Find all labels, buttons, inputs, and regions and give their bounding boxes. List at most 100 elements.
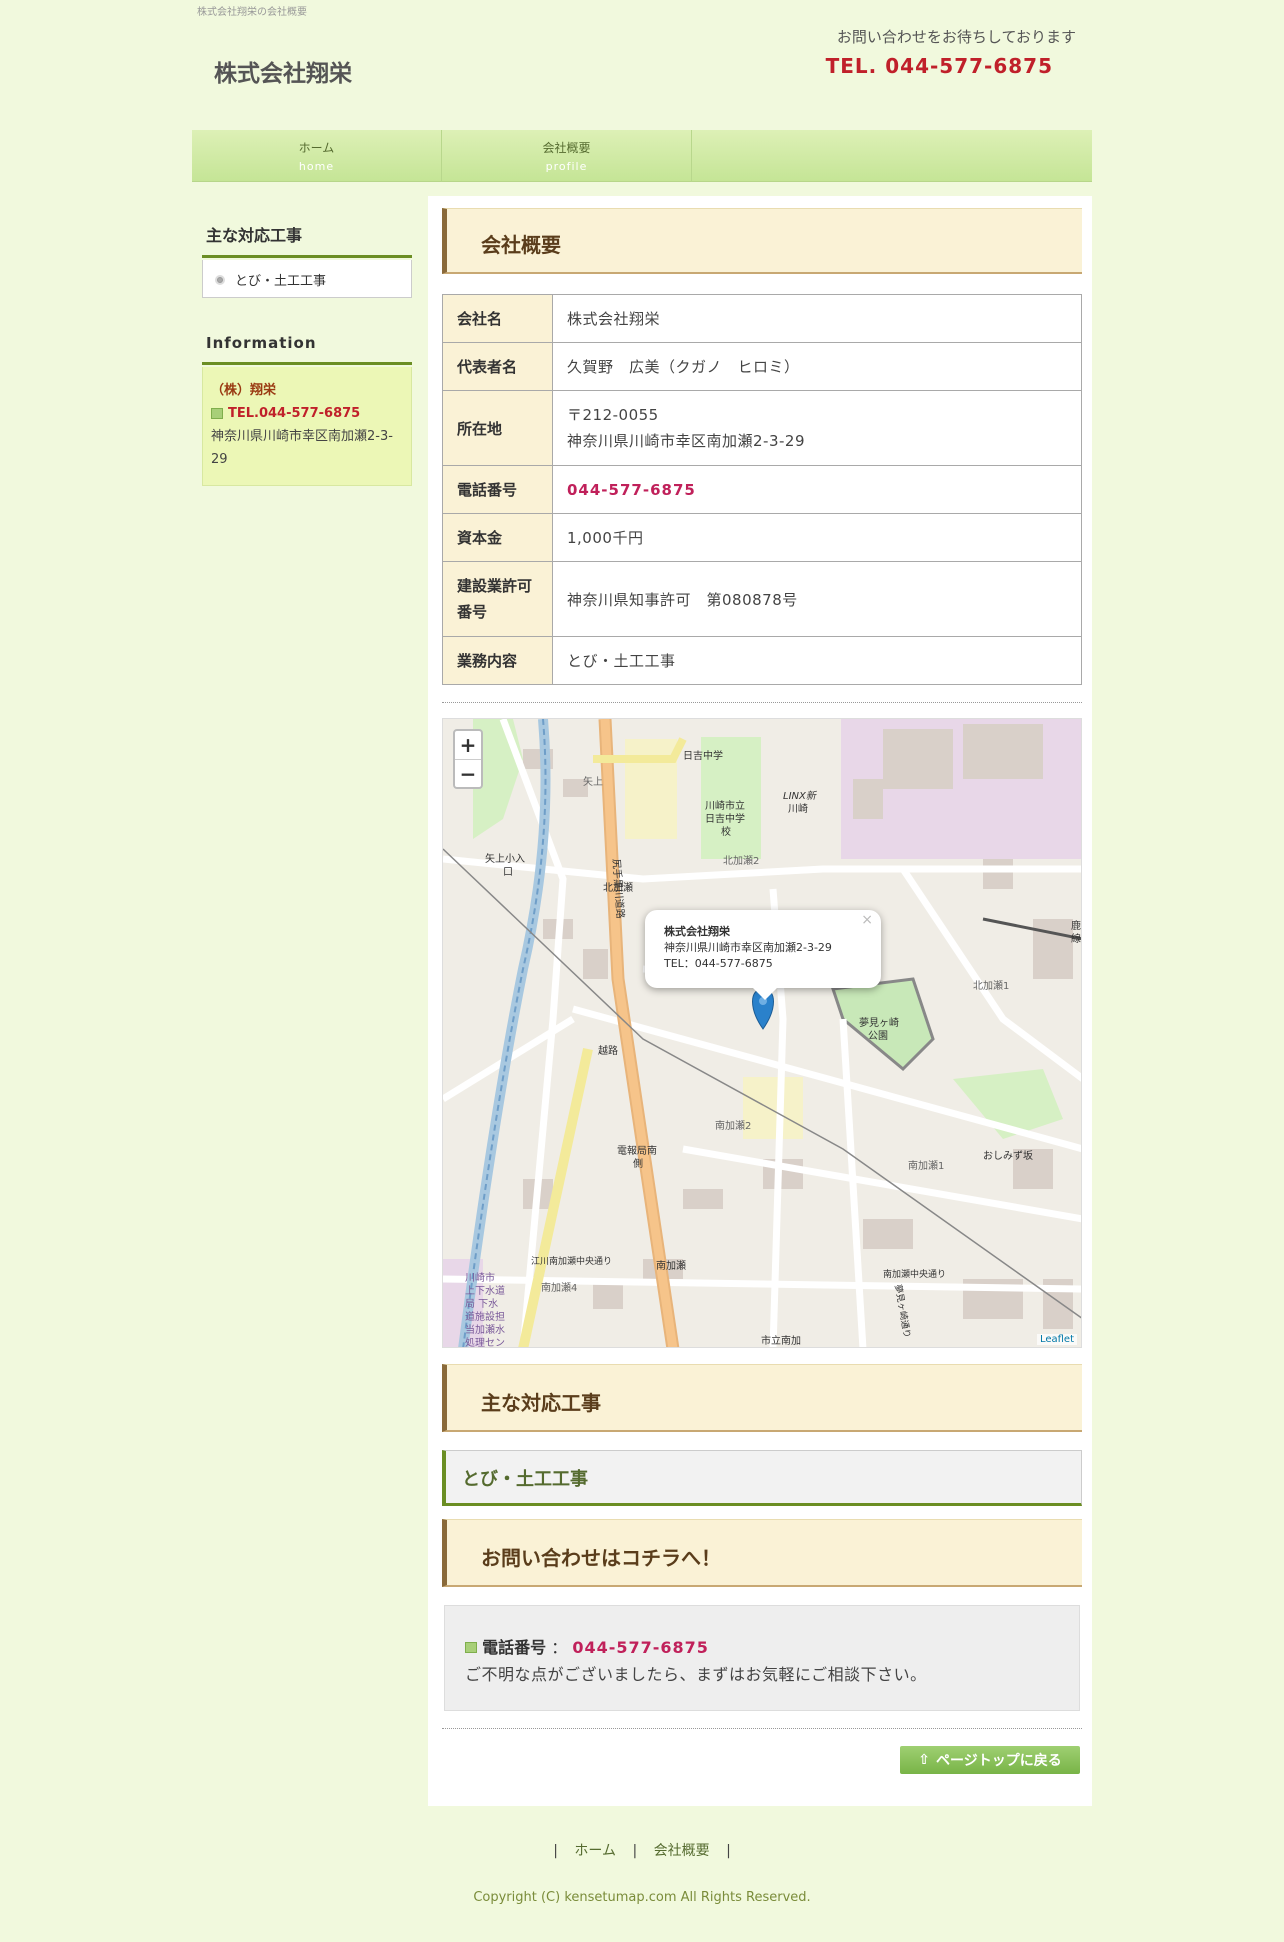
location-map[interactable]: 日吉中学 川崎市立 日吉中学 校 LINX新 川崎 北加瀬2 矢上小入 口 矢上…	[442, 718, 1082, 1348]
footer-sep: |	[726, 1843, 731, 1859]
nav-label: ホーム	[298, 141, 335, 155]
nav-item-profile[interactable]: 会社概要 profile	[442, 130, 692, 182]
row-value: 神奈川県知事許可 第080878号	[552, 561, 1082, 637]
contact-tel-line: 電話番号 ： 044-577-6875	[465, 1634, 1059, 1661]
contact-tel-label: 電話番号	[482, 1638, 547, 1657]
footer-sep: |	[553, 1843, 558, 1859]
map-label: 側	[633, 1157, 643, 1170]
map-label: 線	[1071, 932, 1081, 945]
row-value: 044-577-6875	[552, 465, 1082, 514]
map-label: 公園	[868, 1030, 888, 1042]
map-label: 道施設担	[465, 1310, 505, 1323]
arrow-up-icon: ⇧	[918, 1752, 930, 1768]
map-label: 川崎市立	[705, 799, 745, 812]
footer-link-home[interactable]: ホーム	[574, 1843, 616, 1859]
sidebar-works-title: 主な対応工事	[202, 196, 412, 258]
sidebar-item-label: とび・土工工事	[235, 274, 327, 289]
info-company-name: （株）翔栄	[211, 383, 277, 398]
postal-code: 〒212-0055	[567, 406, 659, 424]
header-tel: TEL. 044-577-6875	[825, 54, 1053, 78]
map-label: 北加瀬2	[723, 855, 759, 867]
contact-note: ご不明な点がございましたら、まずはお気軽にご相談下さい。	[465, 1665, 927, 1684]
works-subheading: とび・土工工事	[442, 1450, 1082, 1506]
contact-tel: 044-577-6875	[572, 1638, 709, 1657]
map-label: 矢上小入	[485, 852, 525, 865]
header-tagline: 株式会社翔栄の会社概要	[197, 7, 307, 18]
table-row: 会社名 株式会社翔栄	[442, 294, 1082, 343]
map-label: 夢見ヶ崎	[859, 1016, 899, 1029]
map-label: おしみず坂	[983, 1150, 1033, 1162]
map-label: 日吉中学	[683, 749, 723, 762]
footer-link-profile[interactable]: 会社概要	[654, 1843, 710, 1859]
nav-sublabel: profile	[545, 160, 588, 173]
row-key: 業務内容	[442, 636, 553, 685]
copyright: Copyright (C) kensetumap.com All Rights …	[473, 1890, 811, 1905]
map-label: 局 下水	[465, 1298, 498, 1310]
contact-box: 電話番号 ： 044-577-6875 ご不明な点がございましたら、まずはお気軽…	[444, 1605, 1080, 1711]
row-key: 資本金	[442, 513, 553, 562]
tel-value: 044-577-6875	[567, 480, 696, 499]
table-row: 代表者名 久賀野 広美（クガノ ヒロミ）	[442, 342, 1082, 391]
header-message: お問い合わせをお待ちしております	[836, 28, 1076, 46]
phone-icon	[465, 1642, 477, 1653]
info-address: 神奈川県川崎市幸区南加瀬2-3-29	[211, 429, 393, 467]
map-label: 南加瀬	[656, 1259, 686, 1272]
footer-nav: | ホーム | 会社概要 |	[0, 1840, 1284, 1860]
map-label: 越路	[598, 1044, 618, 1057]
popup-address: 神奈川県川崎市幸区南加瀬2-3-29	[664, 941, 832, 954]
map-label: 南加瀬4	[541, 1281, 577, 1294]
map-label: 江川南加瀬中央通り	[531, 1255, 612, 1267]
map-label: 処理セン	[465, 1336, 505, 1348]
row-value: 久賀野 広美（クガノ ヒロミ）	[552, 342, 1082, 391]
address: 神奈川県川崎市幸区南加瀬2-3-29	[567, 432, 806, 450]
map-label: 市立南加	[761, 1334, 801, 1347]
info-tel-text: TEL.044-577-6875	[228, 406, 361, 421]
global-nav: ホーム home 会社概要 profile	[192, 130, 1092, 182]
row-value: 〒212-0055 神奈川県川崎市幸区南加瀬2-3-29	[552, 390, 1082, 466]
map-label: 当加瀬水	[465, 1323, 505, 1336]
map-zoom-control: + −	[453, 729, 483, 789]
map-label: 南加瀬1	[908, 1159, 944, 1172]
map-attribution[interactable]: Leaflet	[1036, 1334, 1077, 1345]
sidebar: 主な対応工事 とび・土工工事 Information （株）翔栄 TEL.044…	[202, 196, 412, 486]
map-label: 南加瀬2	[715, 1119, 751, 1132]
row-key: 会社名	[442, 294, 553, 343]
popup-tel: TEL：044-577-6875	[664, 957, 773, 970]
table-row: 電話番号 044-577-6875	[442, 465, 1082, 514]
map-label: 北加瀬1	[973, 980, 1009, 992]
row-key: 所在地	[442, 390, 553, 466]
map-label: 校	[721, 825, 731, 838]
nav-sublabel: home	[298, 160, 335, 173]
row-key: 建設業許可番号	[442, 561, 553, 637]
contact-sep: ：	[551, 1638, 568, 1657]
table-row: 資本金 1,000千円	[442, 513, 1082, 562]
sidebar-item-works[interactable]: とび・土工工事	[203, 260, 411, 297]
site-logo[interactable]: 株式会社翔栄	[214, 54, 352, 88]
sidebar-info-title: Information	[202, 298, 412, 365]
map-label: 日吉中学	[705, 812, 745, 825]
divider	[442, 1728, 1082, 1729]
zoom-out-button[interactable]: −	[455, 759, 481, 787]
row-value: 株式会社翔栄	[552, 294, 1082, 343]
row-key: 代表者名	[442, 342, 553, 391]
page-title: 会社概要	[442, 208, 1082, 274]
map-label: 鹿	[1071, 919, 1081, 932]
close-icon[interactable]: ×	[861, 912, 873, 928]
page-top-button[interactable]: ⇧ ページトップに戻る	[900, 1746, 1080, 1774]
map-canvas[interactable]: 日吉中学 川崎市立 日吉中学 校 LINX新 川崎 北加瀬2 矢上小入 口 矢上…	[443, 719, 1082, 1348]
nav-label: 会社概要	[542, 141, 591, 155]
nav-item-home[interactable]: ホーム home	[192, 130, 442, 182]
works-heading: 主な対応工事	[442, 1364, 1082, 1432]
phone-icon	[211, 408, 223, 419]
map-label: 上下水道	[465, 1284, 505, 1297]
map-label: 矢上	[583, 775, 603, 788]
info-tel: TEL.044-577-6875	[211, 402, 403, 425]
zoom-in-button[interactable]: +	[455, 731, 481, 759]
popup-name: 株式会社翔栄	[664, 925, 730, 938]
map-label: LINX新	[783, 790, 818, 802]
map-popup: × 株式会社翔栄 神奈川県川崎市幸区南加瀬2-3-29 TEL：044-577-…	[645, 910, 881, 1000]
map-label: 口	[503, 867, 513, 878]
contact-heading: お問い合わせはコチラへ！	[442, 1519, 1082, 1587]
sidebar-works-list: とび・土工工事	[202, 260, 412, 298]
company-table: 会社名 株式会社翔栄 代表者名 久賀野 広美（クガノ ヒロミ） 所在地 〒212…	[442, 294, 1082, 685]
